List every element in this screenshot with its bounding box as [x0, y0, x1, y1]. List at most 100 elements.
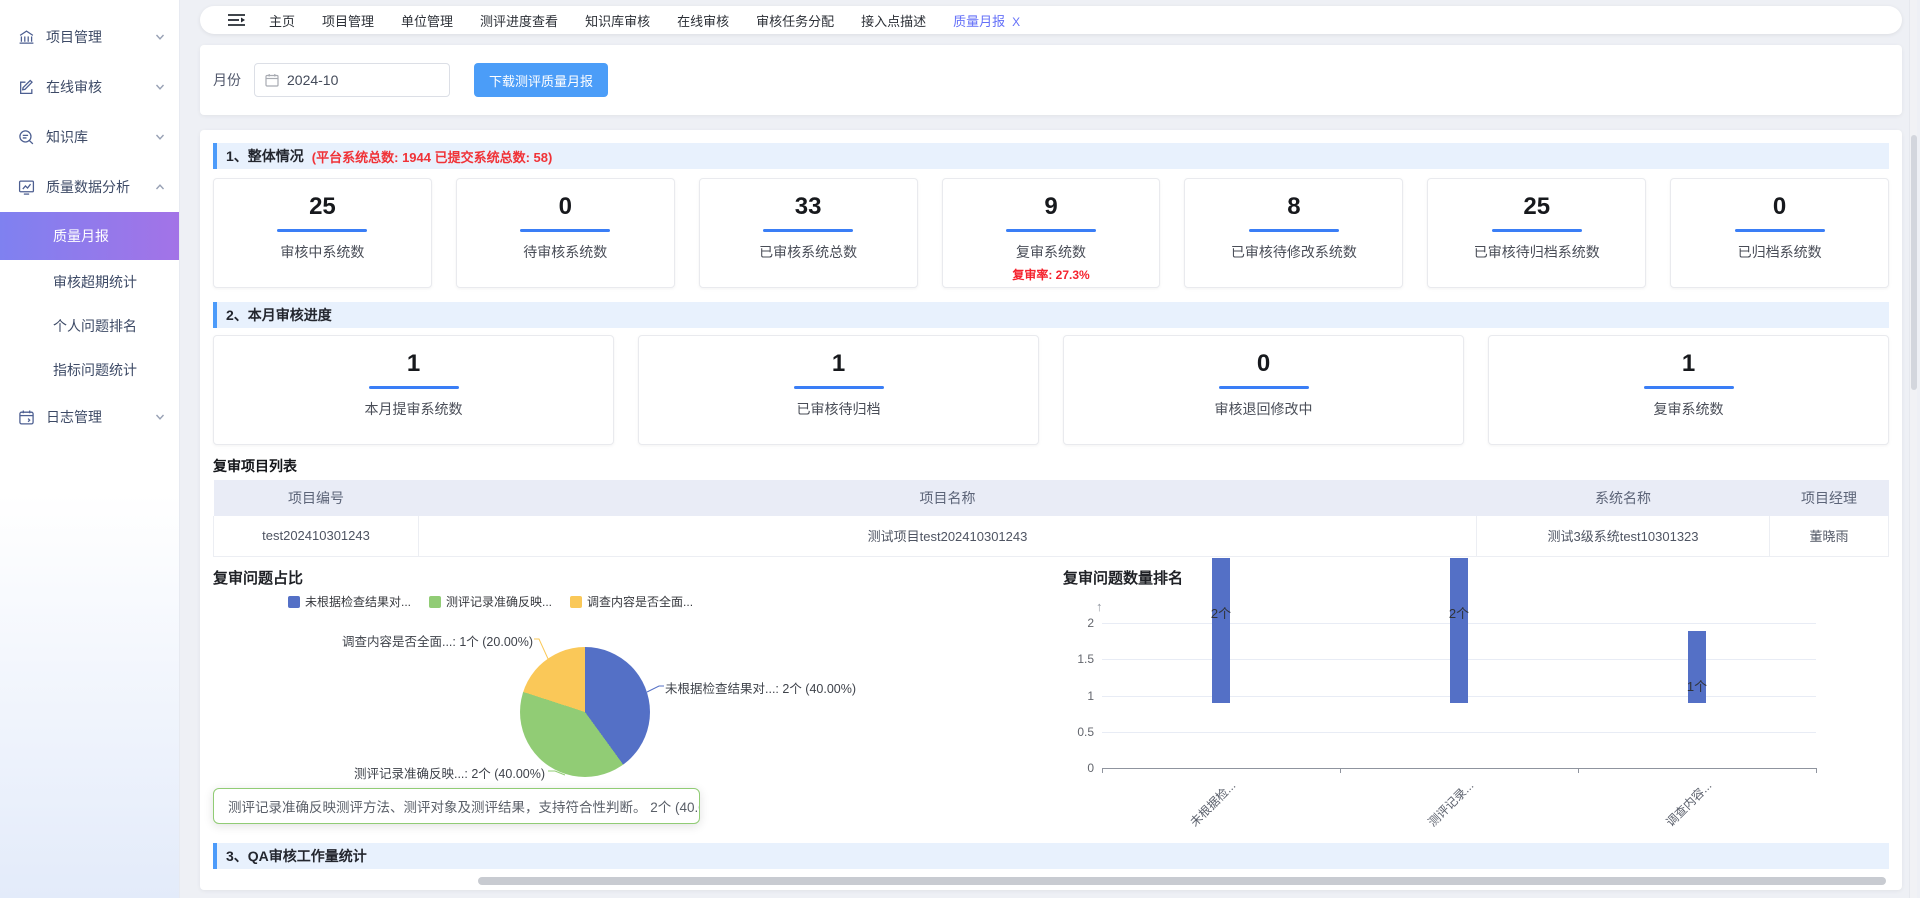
chevron-up-icon [155, 182, 165, 192]
stat-extra-rate: 复审率: 27.3% [943, 266, 1160, 283]
sidebar-item-知识库[interactable]: 知识库 [0, 112, 179, 162]
data-analysis-icon [18, 179, 35, 196]
stat-label: 已审核待归档 [639, 399, 1038, 419]
pie-tooltip: 测评记录准确反映测评方法、测评对象及测评结果，支持符合性判断。 2个 (40.0… [213, 788, 700, 824]
stat-card: 0审核退回修改中 [1063, 335, 1464, 445]
stat-card: 9复审系统数复审率: 27.3% [942, 178, 1161, 288]
legend-item[interactable]: 未根据检查结果对... [288, 593, 411, 610]
pie-legend: 未根据检查结果对... 测评记录准确反映... 调查内容是否全面... [288, 593, 693, 610]
section-1-header: 1、整体情况 (平台系统总数: 1944 已提交系统总数: 58) [213, 143, 1889, 169]
sidebar-subitem-审核超期统计[interactable]: 审核超期统计 [0, 260, 179, 304]
stat-underline [277, 229, 367, 232]
table-cell: 测试项目test202410301243 [419, 516, 1477, 556]
stat-label: 审核退回修改中 [1064, 399, 1463, 419]
stat-underline [369, 386, 459, 389]
pie-chart-title: 复审问题占比 [213, 567, 303, 588]
stat-value: 8 [1185, 193, 1402, 220]
stat-value: 0 [457, 193, 674, 220]
month-value: 2024-10 [287, 72, 338, 88]
sidebar-subitem-个人问题排名[interactable]: 个人问题排名 [0, 304, 179, 348]
topnav-tab-审核任务分配[interactable]: 审核任务分配 [756, 11, 834, 30]
topnav-tab-单位管理[interactable]: 单位管理 [401, 11, 453, 30]
legend-swatch [570, 596, 582, 608]
stat-card: 25 已审核待归档系统数 [1427, 178, 1646, 288]
month-stat-cards: 1本月提审系统数1已审核待归档0审核退回修改中1复审系统数 [213, 335, 1889, 445]
sidebar-item-日志管理[interactable]: 日志管理 [0, 392, 179, 442]
section-1-totals: (平台系统总数: 1944 已提交系统总数: 58) [312, 147, 553, 166]
pie-graphic[interactable] [520, 647, 650, 777]
topnav-tab-active[interactable]: 质量月报X [953, 11, 1020, 30]
bar-plot-area [1102, 623, 1816, 768]
legend-label: 未根据检查结果对... [305, 593, 411, 610]
table-cell: 董晓雨 [1770, 516, 1889, 556]
stat-label: 复审系统数 [1489, 399, 1888, 419]
bar-chart-title: 复审问题数量排名 [1063, 567, 1183, 588]
horizontal-scrollbar-thumb[interactable] [478, 877, 1886, 885]
stat-card: 1本月提审系统数 [213, 335, 614, 445]
y-axis-tick-label: 1.5 [1066, 652, 1094, 666]
vertical-scrollbar-track[interactable] [1909, 0, 1917, 898]
section-3-header: 3、QA审核工作量统计 [213, 843, 1889, 869]
x-axis-tick [1340, 769, 1341, 773]
legend-item[interactable]: 测评记录准确反映... [429, 593, 552, 610]
stat-card: 33已审核系统总数 [699, 178, 918, 288]
y-axis-tick-label: 0 [1066, 761, 1094, 775]
topnav-tab-知识库审核[interactable]: 知识库审核 [585, 11, 650, 30]
stat-label: 已审核待归档系统数 [1428, 242, 1645, 262]
stat-value: 25 [1428, 193, 1645, 220]
stat-underline [1249, 229, 1339, 232]
fold-menu-icon[interactable] [228, 13, 245, 27]
stat-underline [520, 229, 610, 232]
sidebar-item-在线审核[interactable]: 在线审核 [0, 62, 179, 112]
table-header-cell: 系统名称 [1477, 480, 1770, 516]
main-area: 主页 项目管理 单位管理 测评进度查看 知识库审核 在线审核 审核任务分配 接入点描述 质量月报… [181, 0, 1920, 898]
pie-label-blue: 未根据检查结果对...: 2个 (40.00%) [665, 678, 856, 697]
stat-label: 复审系统数 [943, 242, 1160, 262]
log-calendar-icon [18, 409, 35, 426]
table-row: test202410301243测试项目test202410301243测试3级… [214, 516, 1889, 556]
month-picker-input[interactable]: 2024-10 [254, 63, 450, 97]
stat-value: 1 [639, 350, 1038, 377]
stat-underline [1219, 386, 1309, 389]
sidebar-item-label: 质量数据分析 [46, 177, 155, 197]
close-tab-icon[interactable]: X [1012, 15, 1020, 29]
table-cell: 测试3级系统test10301323 [1477, 516, 1770, 556]
review-project-table: 项目编号项目名称系统名称项目经理 test202410301243测试项目tes… [213, 480, 1889, 557]
topnav-tab-项目管理[interactable]: 项目管理 [322, 11, 374, 30]
stat-value: 1 [214, 350, 613, 377]
topnav-tab-在线审核[interactable]: 在线审核 [677, 11, 729, 30]
stat-underline [1006, 229, 1096, 232]
stat-label: 审核中系统数 [214, 242, 431, 262]
sidebar-item-label: 在线审核 [46, 77, 155, 97]
legend-label: 测评记录准确反映... [446, 593, 552, 610]
topnav-tab-测评进度查看[interactable]: 测评进度查看 [480, 11, 558, 30]
bar[interactable] [1212, 558, 1230, 703]
stat-value: 1 [1489, 350, 1888, 377]
sidebar-subitem-质量月报[interactable]: 质量月报 [0, 212, 179, 260]
pie-label-yellow: 调查内容是否全面...: 1个 (20.00%) [342, 631, 533, 650]
chevron-down-icon [155, 412, 165, 422]
legend-item[interactable]: 调查内容是否全面... [570, 593, 693, 610]
section-3-title: 3、QA审核工作量统计 [226, 846, 367, 866]
vertical-scrollbar-thumb[interactable] [1911, 135, 1917, 390]
sidebar-item-项目管理[interactable]: 项目管理 [0, 12, 179, 62]
sidebar-item-质量数据分析[interactable]: 质量数据分析 [0, 162, 179, 212]
table-header-cell: 项目名称 [419, 480, 1477, 516]
stat-card: 8已审核待修改系统数 [1184, 178, 1403, 288]
calendar-icon [265, 73, 279, 87]
knowledge-search-icon [18, 129, 35, 146]
topnav-tab-接入点描述[interactable]: 接入点描述 [861, 11, 926, 30]
stat-value: 0 [1671, 193, 1888, 220]
section-2-header: 2、本月审核进度 [213, 302, 1889, 328]
sidebar-subitem-指标问题统计[interactable]: 指标问题统计 [0, 348, 179, 392]
legend-swatch [429, 596, 441, 608]
chevron-down-icon [155, 132, 165, 142]
bar-value-label: 1个 [1667, 676, 1727, 695]
y-axis-tick-label: 1 [1066, 689, 1094, 703]
topnav-tabs: 主页 项目管理 单位管理 测评进度查看 知识库审核 在线审核 审核任务分配 接入点描述 质量月报… [269, 11, 1047, 30]
download-report-button[interactable]: 下载测评质量月报 [474, 63, 608, 97]
topnav-tab-主页[interactable]: 主页 [269, 11, 295, 30]
month-label: 月份 [213, 70, 241, 90]
bar-value-label: 2个 [1191, 603, 1251, 622]
bar[interactable] [1450, 558, 1468, 703]
